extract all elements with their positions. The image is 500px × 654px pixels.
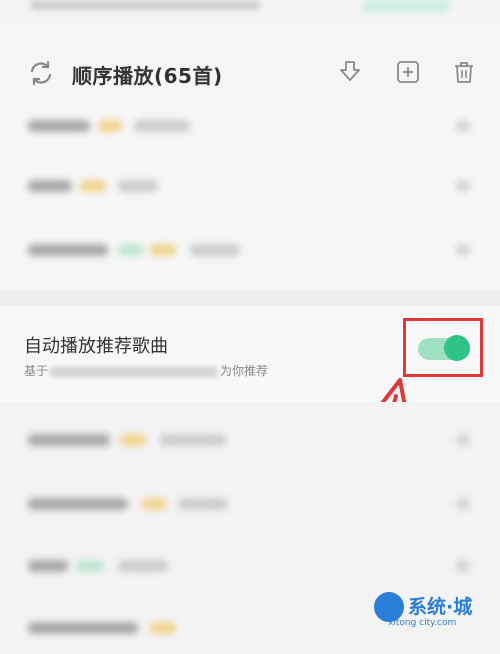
song-name-blurred — [28, 498, 128, 510]
artist-blurred — [118, 560, 168, 572]
playlist-sheet: 顺序播放(65首) 自动播放推荐歌曲 基于 为你推荐 系统·城 xitong c… — [0, 0, 500, 634]
blurred-text — [50, 366, 219, 377]
list-item[interactable] — [0, 98, 500, 152]
list-item[interactable] — [0, 412, 500, 466]
clear-list-button[interactable] — [450, 58, 478, 86]
quality-tag-blurred — [80, 180, 106, 192]
artist-blurred — [134, 120, 190, 132]
song-name-blurred — [28, 180, 72, 192]
blurred-pill — [362, 0, 450, 12]
quality-tag-blurred — [120, 434, 146, 446]
download-button[interactable] — [336, 58, 364, 86]
autoplay-title: 自动播放推荐歌曲 — [24, 336, 168, 357]
song-name-blurred — [28, 560, 68, 572]
artist-blurred — [178, 498, 228, 510]
add-icon — [397, 61, 419, 83]
trash-icon — [455, 62, 473, 83]
play-mode-title[interactable]: 顺序播放(65首) — [72, 60, 223, 89]
watermark-url: xitong city.com — [388, 618, 457, 628]
quality-tag-blurred — [76, 560, 104, 572]
autoplay-description: 基于 为你推荐 — [24, 362, 268, 379]
song-name-blurred — [28, 434, 110, 446]
song-name-blurred — [28, 120, 90, 132]
quality-tag-blurred — [150, 622, 176, 634]
more-icon[interactable] — [456, 434, 470, 446]
watermark-text: 系统·城 — [408, 596, 473, 618]
top-strip — [0, 0, 500, 26]
watermark: 系统·城 xitong city.com — [374, 590, 500, 634]
annotation-highlight-box — [403, 318, 483, 377]
more-icon[interactable] — [456, 560, 470, 572]
playlist-header: 顺序播放(65首) — [0, 44, 500, 100]
blurred-text — [30, 0, 260, 10]
artist-blurred — [190, 244, 240, 256]
more-icon[interactable] — [456, 120, 470, 132]
section-separator — [0, 290, 500, 306]
add-to-playlist-button[interactable] — [394, 58, 422, 86]
artist-blurred — [160, 434, 226, 446]
list-item[interactable] — [0, 538, 500, 592]
list-item[interactable] — [0, 222, 500, 276]
download-icon — [340, 61, 360, 81]
quality-tag-blurred — [150, 244, 176, 256]
artist-blurred — [118, 180, 158, 192]
quality-tag-blurred — [118, 244, 144, 256]
quality-tag-blurred — [142, 498, 166, 510]
more-icon[interactable] — [456, 498, 470, 510]
autoplay-desc-prefix: 基于 — [24, 364, 49, 378]
more-icon[interactable] — [456, 244, 470, 256]
song-name-blurred — [28, 244, 108, 256]
list-item[interactable] — [0, 158, 500, 212]
loop-icon[interactable] — [26, 58, 56, 88]
autoplay-desc-suffix: 为你推荐 — [220, 364, 269, 378]
song-name-blurred — [28, 622, 138, 634]
quality-tag-blurred — [98, 120, 122, 132]
list-item[interactable] — [0, 476, 500, 530]
more-icon[interactable] — [456, 180, 470, 192]
